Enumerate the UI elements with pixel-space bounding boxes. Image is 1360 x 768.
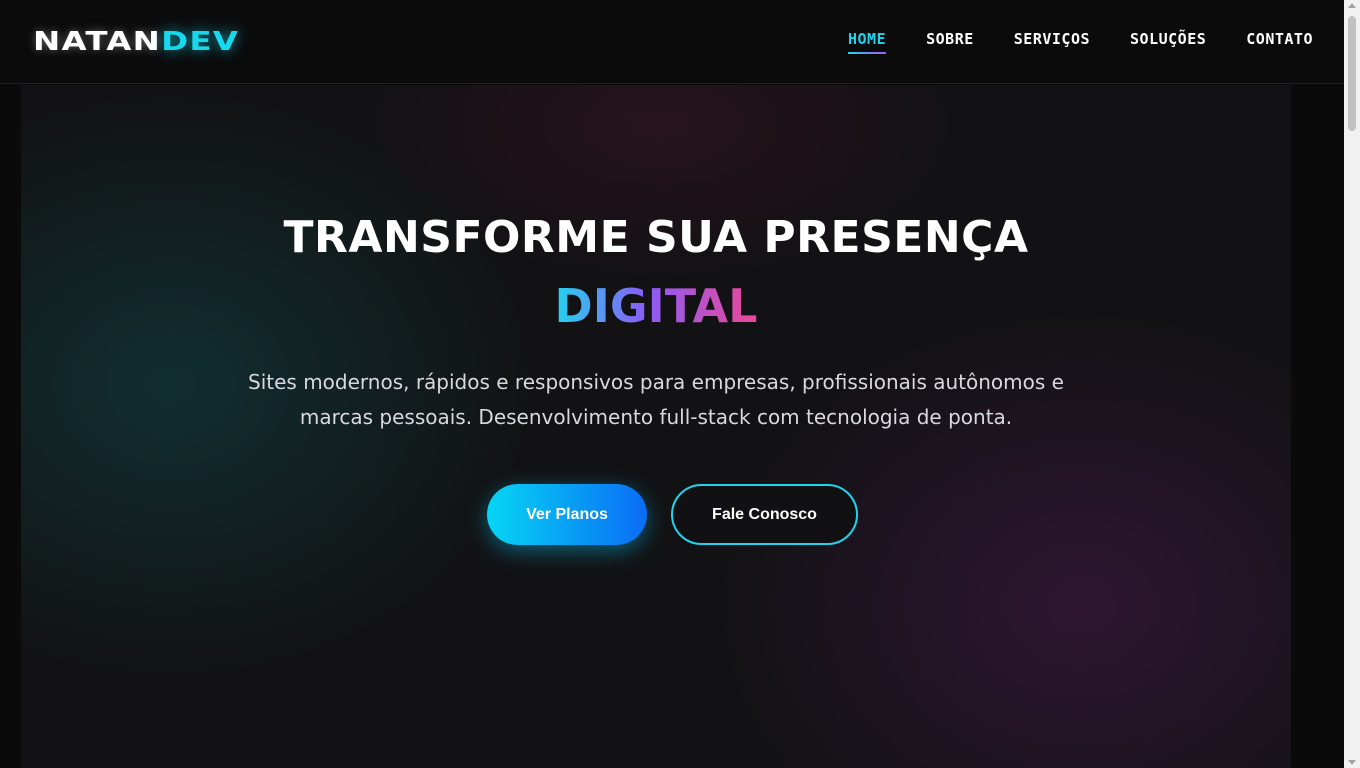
hero-description: Sites modernos, rápidos e responsivos pa…: [248, 370, 1064, 429]
page-scrollbar[interactable]: [1344, 0, 1360, 768]
logo-text-primary: NATAN: [33, 26, 162, 57]
nav-link-sobre[interactable]: SOBRE: [926, 30, 974, 54]
hero-highlight-text: DIGITAL: [554, 279, 758, 333]
navbar: NATAN DEV HOME SOBRE SERVIÇOS SOLUÇÕES CO…: [0, 0, 1344, 84]
nav-link-home[interactable]: HOME: [848, 30, 887, 54]
nav-link-solucoes[interactable]: SOLUÇÕES: [1130, 30, 1206, 54]
hero-section: TRANSFORME SUA PRESENÇA DIGITAL Sites mo…: [21, 85, 1291, 768]
logo-text-accent: DEV: [161, 26, 240, 57]
logo[interactable]: NATAN DEV: [33, 29, 239, 55]
nav-link-servicos[interactable]: SERVIÇOS: [1014, 30, 1090, 54]
hero-highlight: DIGITAL: [21, 282, 1291, 330]
ver-planos-button[interactable]: Ver Planos: [487, 484, 647, 545]
scroll-up-arrow-icon[interactable]: [1348, 3, 1356, 8]
scrollbar-thumb[interactable]: [1348, 16, 1356, 131]
nav-link-contato[interactable]: CONTATO: [1246, 30, 1313, 54]
nav-menu: HOME SOBRE SERVIÇOS SOLUÇÕES CONTATO: [808, 30, 1313, 54]
scroll-down-arrow-icon[interactable]: [1348, 760, 1356, 765]
hero-title: TRANSFORME SUA PRESENÇA: [283, 212, 1029, 263]
fale-conosco-button[interactable]: Fale Conosco: [671, 484, 858, 545]
